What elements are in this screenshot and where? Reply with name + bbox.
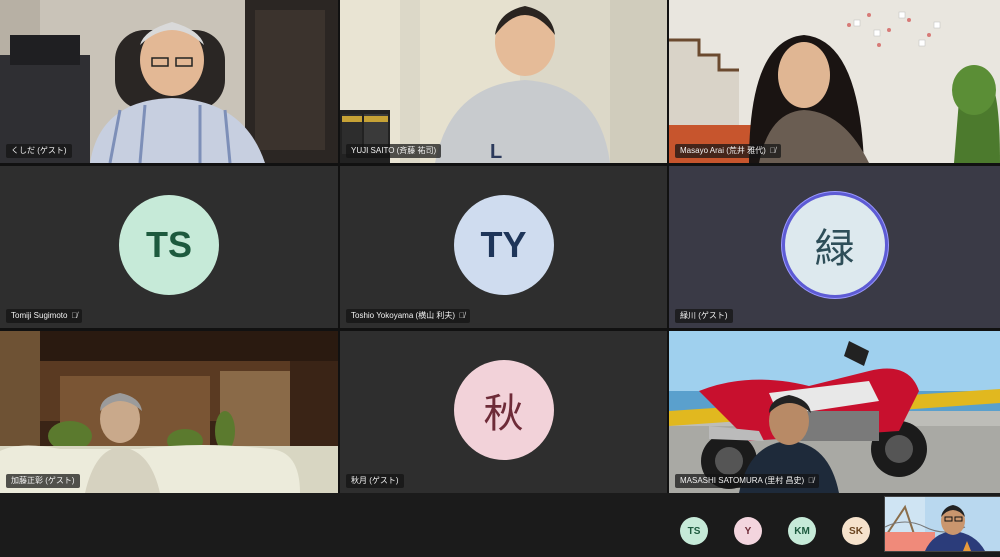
participant-name: くしだ (ゲスト) (11, 146, 67, 155)
participant-tile-5[interactable]: TY Toshio Yokoyama (横山 利夫) 🎙̸ (340, 166, 667, 328)
bottom-bar: TS Y KM SK (0, 493, 1000, 557)
participant-name: 加藤正彰 (ゲスト) (11, 476, 75, 485)
participant-tile-9[interactable]: MASASHI SATOMURA (里村 昌史) 🎙̸ (669, 331, 1000, 493)
mic-off-icon: 🎙̸ (71, 311, 78, 320)
mic-off-icon: 🎙̸ (769, 146, 776, 155)
avatar: TY (453, 195, 554, 295)
participant-name: Masayo Arai (荒井 雅代) (680, 146, 766, 155)
overflow-participant-avatar[interactable]: TS (680, 517, 708, 545)
overflow-participant-avatar[interactable]: KM (788, 517, 816, 545)
participant-tile-2[interactable]: L YUJI SAITO (斉藤 祐司) (340, 0, 667, 163)
video-grid: くしだ (ゲスト) L YUJI SAITO (斉藤 祐司) Masayo Ar… (0, 0, 1000, 493)
participant-tile-7[interactable]: 加藤正彰 (ゲスト) (0, 331, 338, 493)
video-feed (669, 331, 1000, 493)
participant-name: 秋月 (ゲスト) (351, 476, 399, 485)
participant-name-tag: 緑川 (ゲスト) (675, 309, 733, 323)
self-view-video[interactable] (884, 496, 1000, 552)
participant-name-tag: YUJI SAITO (斉藤 祐司) (346, 144, 442, 158)
participant-tile-3[interactable]: Masayo Arai (荒井 雅代) 🎙̸ (669, 0, 1000, 163)
participant-name-tag: 加藤正彰 (ゲスト) (6, 474, 80, 488)
participant-name-tag: MASASHI SATOMURA (里村 昌史) 🎙̸ (675, 474, 820, 488)
participant-name-tag: 秋月 (ゲスト) (346, 474, 404, 488)
participant-name: YUJI SAITO (斉藤 祐司) (351, 146, 437, 155)
participant-name-tag: Tomiji Sugimoto 🎙̸ (6, 309, 83, 323)
avatar: 秋 (453, 360, 554, 460)
video-feed: L (340, 0, 667, 163)
video-feed (669, 0, 1000, 163)
avatar: 緑 (784, 195, 885, 295)
svg-text:L: L (490, 141, 502, 163)
participant-name-tag: くしだ (ゲスト) (6, 144, 72, 158)
video-feed (885, 497, 1000, 551)
mic-off-icon: 🎙̸ (808, 476, 815, 485)
participant-tile-6[interactable]: 緑 緑川 (ゲスト) (669, 166, 1000, 328)
participant-name: 緑川 (ゲスト) (680, 311, 728, 320)
video-feed (0, 0, 338, 163)
participant-name: Toshio Yokoyama (横山 利夫) (351, 311, 456, 320)
participant-name: MASASHI SATOMURA (里村 昌史) (680, 476, 805, 485)
participant-name: Tomiji Sugimoto (11, 311, 68, 320)
participant-name-tag: Toshio Yokoyama (横山 利夫) 🎙̸ (346, 309, 471, 323)
avatar: TS (119, 195, 219, 295)
overflow-participant-avatar[interactable]: Y (734, 517, 762, 545)
participant-tile-1[interactable]: くしだ (ゲスト) (0, 0, 338, 163)
participant-name-tag: Masayo Arai (荒井 雅代) 🎙̸ (675, 144, 781, 158)
overflow-participant-avatar[interactable]: SK (842, 517, 870, 545)
mic-off-icon: 🎙̸ (459, 311, 466, 320)
participant-tile-4[interactable]: TS Tomiji Sugimoto 🎙̸ (0, 166, 338, 328)
video-feed (0, 331, 338, 493)
participant-tile-8[interactable]: 秋 秋月 (ゲスト) (340, 331, 667, 493)
